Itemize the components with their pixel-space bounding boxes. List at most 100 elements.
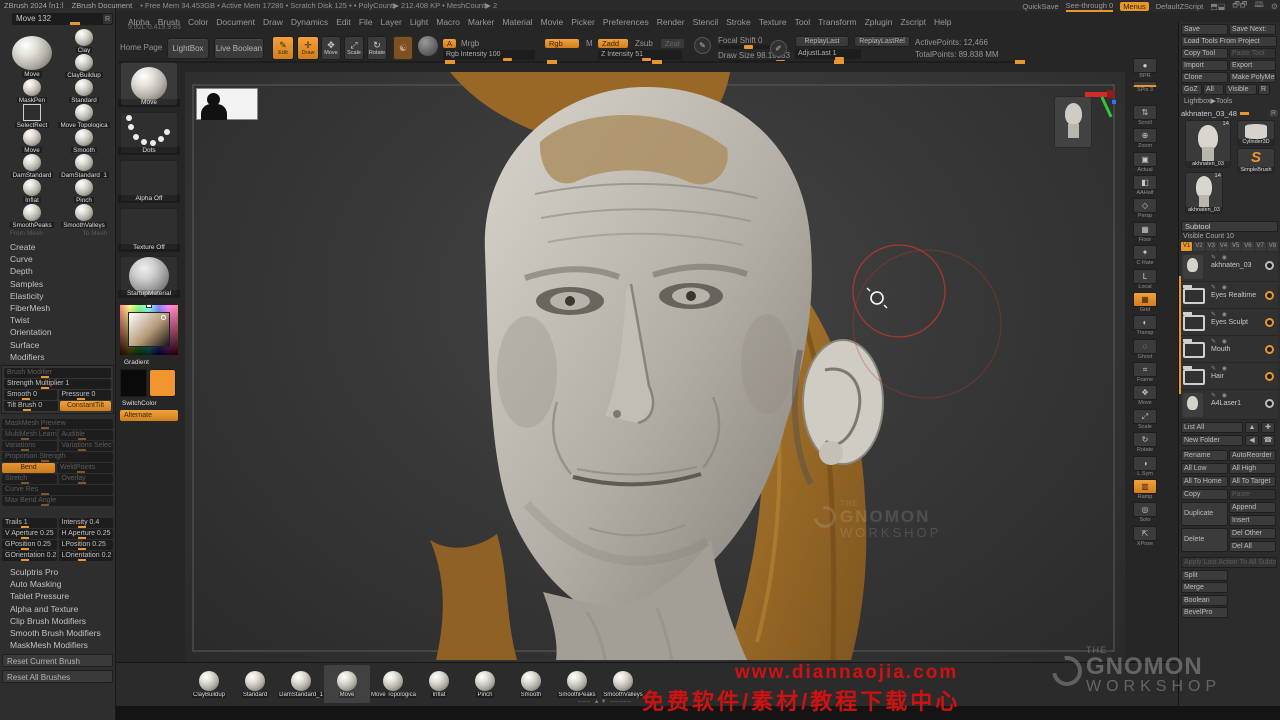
subpalette-item[interactable]: MaskMesh Modifiers xyxy=(10,639,115,651)
palette-section-item[interactable]: Orientation xyxy=(10,326,115,338)
subtool-item[interactable]: ✎ ◉ Eyes Sculpt xyxy=(1181,309,1278,336)
aperture-slider[interactable]: GPosition 0.25 xyxy=(2,540,57,550)
list-all-button[interactable]: List All xyxy=(1181,422,1243,433)
menu-item[interactable]: Transform xyxy=(818,17,856,27)
shelf-toggle-button[interactable]: ● BPR xyxy=(1128,58,1162,81)
palette-section-item[interactable]: Samples xyxy=(10,278,115,290)
tool-button[interactable]: GoZ xyxy=(1181,84,1202,95)
subpalette-item[interactable]: Sculptris Pro xyxy=(10,566,115,578)
brush-size-slider[interactable]: Move 132 R xyxy=(12,13,113,25)
tool-button[interactable]: Export xyxy=(1229,60,1276,71)
sculpt-viewport[interactable] xyxy=(185,72,1125,662)
menu-item[interactable]: Dynamics xyxy=(291,17,328,27)
visibility-eye-icon[interactable] xyxy=(1265,345,1274,354)
replay-last-rel-button[interactable]: ReplayLastRel xyxy=(854,36,910,47)
home-page-button[interactable]: Home Page xyxy=(120,43,162,52)
subtool-action-button[interactable]: Del All xyxy=(1229,541,1276,552)
tray-brush[interactable]: Pinch xyxy=(462,665,508,703)
subtool-op-button[interactable]: Boolean xyxy=(1181,595,1228,606)
subtool-tab[interactable]: V5 xyxy=(1230,242,1241,251)
subtool-tab[interactable]: V2 xyxy=(1193,242,1204,251)
subtool-action-button[interactable]: All To Home xyxy=(1181,476,1228,487)
menu-item[interactable]: Color xyxy=(188,17,208,27)
modifier-slider[interactable]: Tilt Brush 0 xyxy=(4,401,58,411)
subtool-tab[interactable]: V6 xyxy=(1242,242,1253,251)
shelf-toggle-button[interactable]: L Local xyxy=(1128,269,1162,292)
subpalette-item[interactable]: Clip Brush Modifiers xyxy=(10,615,115,627)
subtool-tab[interactable]: V7 xyxy=(1255,242,1266,251)
shelf-toggle-button[interactable]: ▦ Floor xyxy=(1128,222,1162,245)
shelf-toggle-button[interactable]: ▦ Grid xyxy=(1128,292,1162,315)
tool-button[interactable]: Load Tools From Project xyxy=(1181,36,1277,47)
subtool-mini-icons[interactable]: ✎ ◉ xyxy=(1211,365,1229,372)
tool-thumb-cylinder3d[interactable]: Cylinder3D xyxy=(1237,120,1275,146)
alternate-button[interactable]: Alternate xyxy=(120,410,178,421)
tool-button[interactable]: R xyxy=(1258,84,1270,95)
visibility-eye-icon[interactable] xyxy=(1265,399,1274,408)
see-through-slider[interactable]: See-through 0 xyxy=(1066,1,1114,12)
tray-brush[interactable]: Standard xyxy=(232,665,278,703)
subtool-mini-icons[interactable]: ✎ ◉ xyxy=(1211,311,1229,318)
subtool-mini-icons[interactable]: ✎ ◉ xyxy=(1211,392,1229,399)
shelf-toggle-button[interactable]: ◇ Persp xyxy=(1128,198,1162,221)
palette-dock-icon[interactable]: 🗗🗗 xyxy=(1232,0,1247,13)
tray-brush[interactable]: ClayBuildup xyxy=(186,665,232,703)
palette-section-item[interactable]: Create xyxy=(10,241,115,253)
aperture-slider[interactable]: LOrientation 0.2 xyxy=(59,551,114,561)
draw-size-pen-icon[interactable]: ✎ xyxy=(694,37,711,54)
shelf-toggle-button[interactable]: ⇅ Scroll xyxy=(1128,105,1162,128)
menu-item[interactable]: Material xyxy=(502,17,532,27)
menu-item[interactable]: Picker xyxy=(571,17,595,27)
subtool-action-button[interactable]: All High xyxy=(1229,463,1276,474)
palette-section-item[interactable]: Depth xyxy=(10,265,115,277)
brush-thumbnail[interactable]: Standard xyxy=(59,79,109,103)
menu-item[interactable]: Stencil xyxy=(693,17,719,27)
shelf-toggle-button[interactable]: ◎ Solo xyxy=(1128,502,1162,525)
aperture-slider[interactable]: Trails 1 xyxy=(2,518,57,528)
rgb-button[interactable]: Rgb xyxy=(545,39,579,48)
modifier-slider[interactable]: ConstantTilt xyxy=(60,401,111,411)
tray-brush[interactable]: SmoothValleys xyxy=(600,665,646,703)
lightbox-button[interactable]: LightBox xyxy=(167,38,209,59)
shelf-toggle-button[interactable]: ⤢ Scale xyxy=(1128,409,1162,432)
shelf-toggle-button[interactable]: ◧ AAHalf xyxy=(1128,175,1162,198)
live-boolean-button[interactable]: Live Boolean xyxy=(214,38,264,59)
modifier-slider[interactable]: Brush Modifier xyxy=(4,368,111,378)
move-down-icon[interactable]: ◀ xyxy=(1245,435,1259,446)
aperture-slider[interactable]: LPosition 0.25 xyxy=(59,540,114,550)
rgb-intensity-slider[interactable]: Rgb Intensity 100 xyxy=(443,50,535,60)
subtool-item[interactable]: ✎ ◉ akhnaten_03 xyxy=(1181,252,1278,282)
subtool-action-button[interactable]: Duplicate xyxy=(1181,502,1228,526)
menu-item[interactable]: Movie xyxy=(541,17,564,27)
main-color-swatch[interactable] xyxy=(120,369,147,397)
help-icon[interactable]: 🕮 xyxy=(1254,0,1263,13)
subtool-item[interactable]: ✎ ◉ Hair xyxy=(1181,363,1278,390)
subtool-action-button[interactable]: AutoReorder xyxy=(1229,450,1276,461)
tool-button[interactable]: Lightbox▶Tools xyxy=(1181,96,1277,107)
palette-section-item[interactable]: Twist xyxy=(10,314,115,326)
quicksave-button[interactable]: QuickSave xyxy=(1022,2,1058,11)
tool-r-button[interactable]: R xyxy=(1269,110,1278,117)
palette-section-item[interactable]: Elasticity xyxy=(10,290,115,302)
tool-button[interactable]: Make PolyMesh3D xyxy=(1229,72,1276,83)
tray-brush[interactable]: SmoothPeaks xyxy=(554,665,600,703)
tray-brush[interactable]: Inflat xyxy=(416,665,462,703)
subtool-item[interactable]: ✎ ◉ A4Laser1 xyxy=(1181,390,1278,420)
draw-mode-button[interactable]: ✛ Draw xyxy=(297,36,319,60)
subtool-action-button[interactable]: Del Other xyxy=(1229,528,1276,539)
menus-toggle[interactable]: Menus xyxy=(1120,2,1149,11)
current-tool-row[interactable]: akhnaten_03_48 R xyxy=(1181,109,1278,118)
menu-item[interactable]: Zscript xyxy=(900,17,926,27)
subtool-action-button[interactable]: All To Target xyxy=(1229,476,1276,487)
default-zscript-button[interactable]: DefaultZScript xyxy=(1156,2,1204,11)
subtool-item[interactable]: ✎ ◉ Eyes Realtime xyxy=(1181,282,1278,309)
m-button[interactable]: M xyxy=(586,39,593,48)
brush-thumbnail[interactable]: DamStandard_1 xyxy=(59,154,109,178)
brush-thumbnail[interactable]: ClayBuildup xyxy=(59,54,109,78)
color-picker[interactable] xyxy=(120,305,178,355)
reset-brush-button[interactable]: Reset Current Brush xyxy=(2,654,113,667)
shelf-toggle-button[interactable]: ▣ Actual xyxy=(1128,152,1162,175)
current-tool-sphere[interactable] xyxy=(418,36,438,56)
subtool-item[interactable]: ✎ ◉ Mouth xyxy=(1181,336,1278,363)
z-intensity-slider[interactable]: Z Intensity 51 xyxy=(598,50,682,60)
